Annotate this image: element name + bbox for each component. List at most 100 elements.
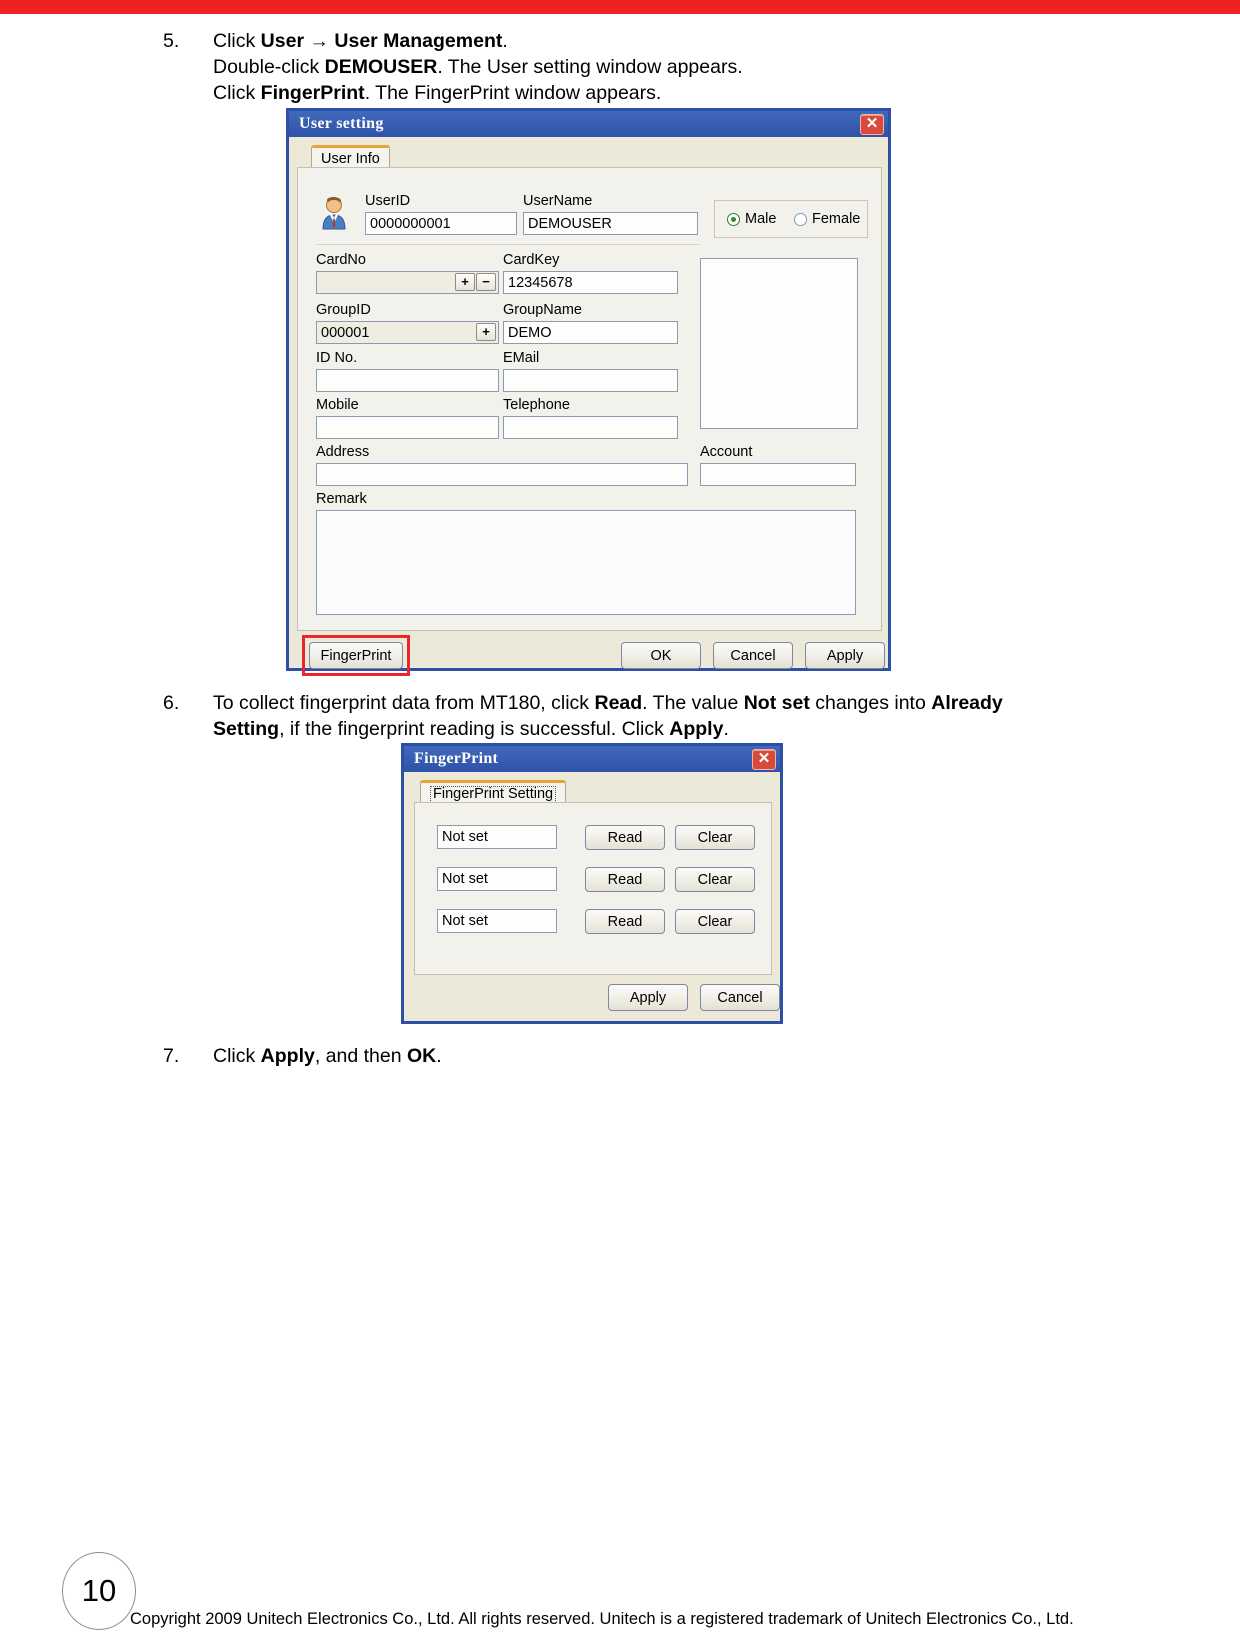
user-info-panel: UserID 0000000001 UserName DEMOUSER Male… bbox=[297, 167, 882, 631]
clear-button-2[interactable]: Clear bbox=[675, 867, 755, 892]
text-fragment-bold: DEMOUSER bbox=[324, 56, 438, 78]
radio-male-label: Male bbox=[745, 211, 777, 227]
cardkey-input[interactable]: 12345678 bbox=[503, 271, 678, 294]
close-icon[interactable]: ✕ bbox=[752, 748, 776, 770]
cardkey-label: CardKey bbox=[503, 252, 560, 268]
user-setting-client-area: User Info UserID 0000000001 UserName DEM… bbox=[289, 137, 888, 676]
user-setting-titlebar[interactable]: User setting ✕ bbox=[289, 111, 888, 137]
groupid-input[interactable]: 000001 bbox=[316, 321, 499, 344]
form-divider bbox=[316, 244, 700, 245]
cardno-minus-button[interactable]: − bbox=[476, 273, 496, 291]
fingerprint-title: FingerPrint bbox=[414, 750, 499, 767]
step-7-number: 7. bbox=[163, 1045, 180, 1067]
cancel-button[interactable]: Cancel bbox=[713, 642, 793, 669]
read-button-1[interactable]: Read bbox=[585, 825, 665, 850]
step-5-text: Click User → User Management. Double-cli… bbox=[213, 28, 1240, 106]
text-fragment: . bbox=[723, 718, 729, 740]
arrow-glyph: → bbox=[304, 30, 335, 52]
step-5: 5. Click User → User Management. Double-… bbox=[0, 28, 1240, 106]
read-button-2[interactable]: Read bbox=[585, 867, 665, 892]
step-6-text: To collect fingerprint data from MT180, … bbox=[213, 690, 1240, 742]
text-fragment: Click bbox=[213, 1045, 261, 1067]
step-6: 6. To collect fingerprint data from MT18… bbox=[0, 690, 1240, 742]
ok-button[interactable]: OK bbox=[621, 642, 701, 669]
fingerprint-panel: Not set Read Clear Not set Read Clear No… bbox=[414, 802, 772, 975]
remark-textarea[interactable] bbox=[316, 510, 856, 615]
groupid-plus-button[interactable]: + bbox=[476, 323, 496, 341]
clear-button-3[interactable]: Clear bbox=[675, 909, 755, 934]
text-fragment-bold: Already bbox=[931, 692, 1003, 714]
step-5-line-3: Click FingerPrint. The FingerPrint windo… bbox=[213, 80, 1240, 106]
text-fragment: To collect fingerprint data from MT180, … bbox=[213, 692, 595, 714]
text-fragment-bold: User bbox=[260, 30, 305, 52]
tab-user-info[interactable]: User Info bbox=[311, 145, 390, 168]
email-input[interactable] bbox=[503, 369, 678, 392]
address-input[interactable] bbox=[316, 463, 688, 486]
text-fragment: , if the fingerprint reading is successf… bbox=[279, 718, 670, 740]
fingerprint-status-1[interactable]: Not set bbox=[437, 825, 557, 849]
user-info-tabstrip: User Info bbox=[297, 143, 880, 168]
fingerprint-status-2[interactable]: Not set bbox=[437, 867, 557, 891]
text-fragment: Double-click bbox=[213, 56, 325, 78]
apply-button[interactable]: Apply bbox=[805, 642, 885, 669]
step-6-number: 6. bbox=[163, 692, 180, 714]
userid-input[interactable]: 0000000001 bbox=[365, 212, 517, 235]
text-fragment-bold: Setting bbox=[213, 718, 280, 740]
tab-fingerprint-setting-label: FingerPrint Setting bbox=[430, 786, 557, 803]
fingerprint-cancel-button[interactable]: Cancel bbox=[700, 984, 780, 1011]
telephone-input[interactable] bbox=[503, 416, 678, 439]
text-fragment: changes into bbox=[809, 692, 932, 714]
radio-male-dot bbox=[727, 212, 740, 226]
fingerprint-titlebar[interactable]: FingerPrint ✕ bbox=[404, 746, 780, 772]
tab-fingerprint-setting[interactable]: FingerPrint Setting bbox=[420, 780, 567, 803]
radio-female-dot bbox=[794, 212, 807, 226]
page-number: 10 bbox=[81, 1573, 117, 1608]
step-7-line-1: Click Apply, and then OK. bbox=[213, 1043, 1240, 1069]
step-5-line-1: Click User → User Management. bbox=[213, 28, 1240, 54]
copyright-text: Copyright 2009 Unitech Electronics Co., … bbox=[130, 1610, 1074, 1628]
text-fragment: . bbox=[502, 30, 508, 52]
tab-user-info-label: User Info bbox=[321, 151, 380, 167]
page-footer: 10 Copyright 2009 Unitech Electronics Co… bbox=[0, 1540, 1240, 1642]
fingerprint-client-area: FingerPrint Setting Not set Read Clear N… bbox=[404, 772, 780, 1021]
groupname-input[interactable]: DEMO bbox=[503, 321, 678, 344]
cardno-plus-button[interactable]: + bbox=[455, 273, 475, 291]
mobile-label: Mobile bbox=[316, 397, 359, 413]
read-button-3[interactable]: Read bbox=[585, 909, 665, 934]
text-fragment-bold: Apply bbox=[260, 1045, 315, 1067]
address-label: Address bbox=[316, 444, 370, 460]
gender-radio-group: Male Female bbox=[714, 200, 868, 238]
text-fragment: . The User setting window appears. bbox=[437, 56, 743, 78]
text-fragment: Click bbox=[213, 82, 261, 104]
user-setting-dialog: User setting ✕ User Info UserID 00000000… bbox=[286, 108, 891, 676]
text-fragment-bold: OK bbox=[407, 1045, 437, 1067]
text-fragment-bold: FingerPrint bbox=[260, 82, 365, 104]
userid-label: UserID bbox=[365, 193, 411, 209]
radio-female[interactable]: Female bbox=[794, 211, 860, 227]
close-icon[interactable]: ✕ bbox=[860, 113, 884, 135]
step-6-line-2: Setting, if the fingerprint reading is s… bbox=[213, 716, 1240, 742]
fingerprint-apply-button[interactable]: Apply bbox=[608, 984, 688, 1011]
fingerprint-status-3[interactable]: Not set bbox=[437, 909, 557, 933]
text-fragment: . The FingerPrint window appears. bbox=[364, 82, 662, 104]
text-fragment-bold: Apply bbox=[669, 718, 724, 740]
step-7: 7. Click Apply, and then OK. bbox=[0, 1043, 1240, 1069]
mobile-input[interactable] bbox=[316, 416, 499, 439]
idno-label: ID No. bbox=[316, 350, 358, 366]
idno-input[interactable] bbox=[316, 369, 499, 392]
fingerprint-tabstrip: FingerPrint Setting bbox=[414, 778, 770, 803]
step-5-number: 5. bbox=[163, 30, 180, 52]
top-red-bar bbox=[0, 0, 1240, 14]
user-setting-title: User setting bbox=[299, 115, 384, 132]
account-input[interactable] bbox=[700, 463, 856, 486]
radio-male[interactable]: Male bbox=[727, 211, 776, 227]
text-fragment-bold: Read bbox=[594, 692, 643, 714]
text-fragment: , and then bbox=[314, 1045, 408, 1067]
username-input[interactable]: DEMOUSER bbox=[523, 212, 698, 235]
user-photo-box[interactable] bbox=[700, 258, 858, 429]
username-label: UserName bbox=[523, 193, 593, 209]
text-fragment-bold: User Management bbox=[334, 30, 503, 52]
text-fragment: . bbox=[436, 1045, 442, 1067]
groupid-label: GroupID bbox=[316, 302, 371, 318]
clear-button-1[interactable]: Clear bbox=[675, 825, 755, 850]
